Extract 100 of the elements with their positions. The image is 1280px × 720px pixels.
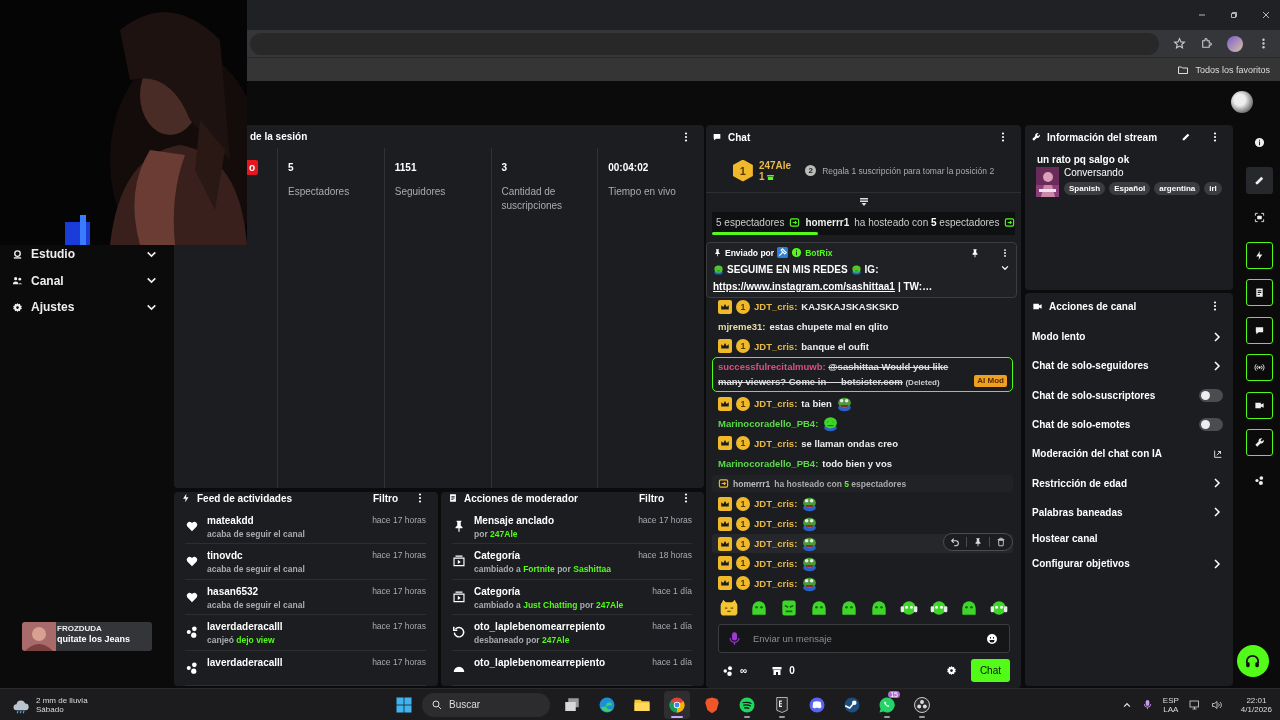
emote-icon bbox=[713, 264, 724, 275]
user-avatar[interactable] bbox=[1231, 90, 1253, 113]
deleted-message: successfulrecitalmuwb: @sashittaa Would you like many viewers? Come in — botsister.com (Deleted) bbox=[718, 360, 950, 389]
chat-username[interactable]: JDT_cris: bbox=[754, 577, 798, 589]
chat-username[interactable]: JDT_cris: bbox=[754, 341, 798, 352]
settings-icon[interactable] bbox=[945, 665, 957, 676]
stream-tag[interactable]: Español bbox=[1109, 182, 1151, 195]
chat-username[interactable]: JDT_cris: bbox=[754, 498, 798, 510]
pencil-icon[interactable] bbox=[1181, 132, 1191, 142]
monitor-icon[interactable] bbox=[1188, 698, 1201, 711]
channel-action[interactable]: Modo lento bbox=[1032, 331, 1086, 343]
emote-icon[interactable] bbox=[899, 598, 919, 618]
restore-icon[interactable] bbox=[1228, 9, 1240, 21]
sidebar-tool-button[interactable] bbox=[1246, 354, 1273, 381]
chevron-right-icon[interactable] bbox=[1211, 557, 1223, 570]
sidebar-tool-button[interactable] bbox=[1246, 279, 1273, 306]
bookmark-star-icon[interactable] bbox=[1173, 37, 1186, 50]
chat-message-text: todo bien y vos bbox=[822, 457, 892, 469]
sidebar-item[interactable]: Ajustes bbox=[31, 300, 137, 315]
emote-icon[interactable] bbox=[719, 598, 739, 618]
sidebar-tool-button[interactable] bbox=[1246, 429, 1273, 456]
emote-icon[interactable] bbox=[989, 598, 1009, 618]
stream-tag[interactable]: argentina bbox=[1154, 182, 1201, 195]
pinned-link[interactable]: https://www.instagram.com/sashittaa1 bbox=[713, 280, 895, 293]
emote-icon[interactable] bbox=[809, 598, 829, 618]
stream-tag[interactable]: Spanish bbox=[1064, 182, 1106, 195]
sidebar-tool-button[interactable] bbox=[1246, 166, 1273, 194]
emote-icon[interactable] bbox=[839, 598, 859, 618]
emote-icon[interactable] bbox=[869, 598, 889, 618]
toggle-switch[interactable] bbox=[1199, 418, 1223, 432]
chevron-right-icon[interactable] bbox=[1211, 330, 1223, 343]
message-field[interactable]: Enviar un mensaje bbox=[718, 624, 1010, 653]
sidebar-tool-button[interactable] bbox=[1246, 316, 1273, 344]
steam-icon bbox=[843, 695, 861, 714]
host-username[interactable]: homerrr1 bbox=[733, 478, 771, 489]
category-name[interactable]: Conversando bbox=[1064, 167, 1222, 178]
emote-icon[interactable] bbox=[929, 598, 949, 618]
emoji-icon[interactable] bbox=[986, 632, 998, 645]
channel-action[interactable]: Chat de solo-suscriptores bbox=[1032, 389, 1156, 401]
chat-message-row[interactable]: 1 JDT_cris: bbox=[712, 533, 1013, 554]
channel-action[interactable]: Moderación del chat con IA bbox=[1032, 448, 1163, 460]
chat-username[interactable]: Marinocoradello_PB4: bbox=[718, 457, 819, 469]
channel-action[interactable]: Chat de solo-emotes bbox=[1032, 419, 1131, 431]
chat-username[interactable]: JDT_cris: bbox=[754, 538, 798, 550]
channel-action[interactable]: Restricción de edad bbox=[1032, 477, 1128, 489]
start-icon[interactable] bbox=[395, 695, 413, 714]
channel-action[interactable]: Chat de solo-seguidores bbox=[1032, 360, 1149, 372]
profile-avatar[interactable] bbox=[1227, 35, 1243, 52]
trash-icon[interactable] bbox=[996, 536, 1006, 547]
folder-icon[interactable] bbox=[1177, 63, 1190, 76]
channel-action[interactable]: Palabras baneadas bbox=[1032, 506, 1123, 518]
undo-icon[interactable] bbox=[950, 536, 960, 547]
chat-username[interactable]: JDT_cris: bbox=[754, 398, 798, 410]
microphone-icon[interactable] bbox=[727, 631, 742, 646]
chat-username[interactable]: Marinocoradello_PB4: bbox=[718, 418, 819, 430]
sidebar-item[interactable]: Canal bbox=[31, 273, 137, 288]
subscriber-badge: 1 bbox=[736, 396, 750, 411]
emote-icon[interactable] bbox=[779, 598, 799, 618]
host-username[interactable]: homerrr1 bbox=[805, 216, 850, 228]
stream-tag[interactable]: irl bbox=[1204, 182, 1222, 195]
chat-send-button[interactable]: Chat bbox=[970, 659, 1010, 682]
store-icon[interactable] bbox=[771, 664, 784, 677]
toggle-switch[interactable] bbox=[1199, 388, 1223, 402]
extensions-icon[interactable] bbox=[1200, 37, 1213, 50]
pinned-author[interactable]: BotRix bbox=[805, 247, 833, 258]
chat-username[interactable]: JDT_cris: bbox=[754, 437, 798, 449]
close-icon[interactable] bbox=[1260, 9, 1272, 21]
chevron-right-icon[interactable] bbox=[1211, 477, 1223, 490]
pin-icon[interactable] bbox=[973, 536, 983, 547]
external-link-icon[interactable] bbox=[1213, 448, 1223, 459]
filter-button[interactable]: Filtro bbox=[639, 492, 664, 504]
support-button[interactable] bbox=[1236, 645, 1269, 677]
channel-action[interactable]: Hostear canal bbox=[1032, 532, 1098, 544]
highlighted-text: 247Ale bbox=[490, 528, 518, 539]
microphone-icon[interactable] bbox=[1141, 699, 1153, 710]
chevron-right-icon[interactable] bbox=[1211, 359, 1223, 372]
emote-icon[interactable] bbox=[959, 598, 979, 618]
sidebar-tool-button[interactable] bbox=[1246, 241, 1273, 269]
chat-username[interactable]: JDT_cris: bbox=[754, 557, 798, 569]
highlighted-text: Fortnite bbox=[523, 564, 555, 574]
collapse-icon[interactable] bbox=[857, 196, 870, 208]
chevron-right-icon[interactable] bbox=[1211, 506, 1223, 519]
chat-username[interactable]: JDT_cris: bbox=[754, 301, 798, 313]
volume-icon[interactable] bbox=[1210, 698, 1223, 711]
search-field[interactable]: Buscar bbox=[422, 692, 550, 717]
chat-username[interactable]: mjreme31: bbox=[718, 321, 766, 333]
gifter-name[interactable]: 247Ale bbox=[758, 159, 792, 171]
sidebar-tool-button[interactable] bbox=[1246, 391, 1273, 419]
chat-username[interactable]: JDT_cris: bbox=[754, 518, 798, 530]
emote-icon[interactable] bbox=[749, 598, 769, 618]
filter-button[interactable]: Filtro bbox=[373, 492, 398, 504]
unpin-icon[interactable] bbox=[970, 247, 980, 258]
channel-action[interactable]: Configurar objetivos bbox=[1032, 558, 1130, 570]
coins-icon[interactable] bbox=[722, 664, 734, 677]
emote-icon bbox=[801, 535, 819, 553]
expand-icon[interactable] bbox=[1000, 263, 1010, 273]
bookmark-item[interactable]: Todos los favoritos bbox=[1195, 64, 1270, 75]
sidebar-item[interactable]: Estudio bbox=[31, 247, 137, 262]
keyboard-layout: LAA bbox=[1163, 704, 1179, 714]
taskbar-app[interactable] bbox=[664, 690, 690, 719]
